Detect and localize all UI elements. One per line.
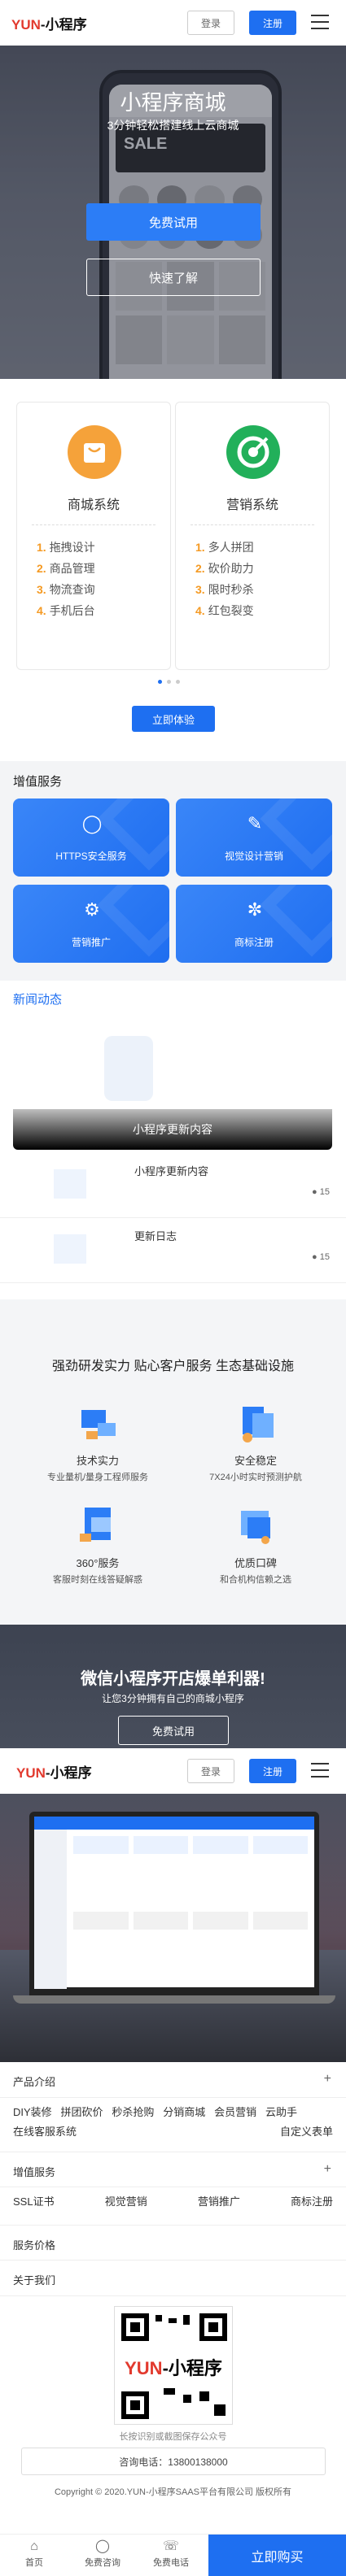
qr-caption: 长按识别或截图保存公众号 (119, 2432, 227, 2442)
menu-icon[interactable] (311, 15, 329, 34)
feature-item: 360°服务 客服时刻在线答疑解惑 (16, 1501, 179, 1586)
list-item: 1. 拖拽设计 (37, 541, 95, 554)
copyright: Copyright © 2020.YUN-小程序SAAS平台有限公司 版权所有 (54, 2487, 292, 2497)
qr-logo: YUN-小程序 (125, 2358, 222, 2378)
list-item: 4. 红包裂变 (195, 604, 254, 617)
plus-icon: + (323, 2072, 331, 2086)
menu-icon[interactable] (311, 1763, 329, 1782)
pen-icon: ✎ (247, 813, 263, 833)
trademark-tile[interactable]: ✼ 商标注册 (176, 885, 332, 963)
footer-product[interactable]: 产品介绍 + (0, 2062, 346, 2098)
carousel-dots[interactable] (158, 680, 180, 684)
plus-icon: + (323, 2162, 331, 2176)
news-item[interactable]: 小程序更新内容 ● 15 (0, 1153, 346, 1218)
hotline-box[interactable]: 咨询电话：13800138000 (21, 2448, 326, 2475)
sticky-header: YUN-小程序 登录 注册 (0, 1748, 346, 1794)
list-item: 2. 商品管理 (37, 562, 95, 575)
list-item: 2. 砍价助力 (195, 562, 254, 575)
feature-item: 优质口碑 和合机构信赖之选 (174, 1501, 337, 1586)
card-title: 商城系统 (67, 498, 120, 512)
mall-system-card[interactable]: 商城系统 1. 拖拽设计 2. 商品管理 3. 物流查询 4. 手机后台 (16, 402, 171, 670)
reputation-icon (231, 1501, 280, 1550)
footer-vas[interactable]: 增值服务 + (0, 2152, 346, 2187)
buy-now-button[interactable]: 立即购买 (208, 2535, 346, 2576)
news-banner[interactable]: 小程序更新内容 (13, 1036, 332, 1150)
shield-icon: ◯ (81, 813, 103, 833)
tech-icon (73, 1399, 122, 1447)
list-item: 4. 手机后台 (37, 604, 95, 617)
login-button[interactable]: 登录 (187, 1759, 234, 1783)
bottom-tab-bar: ⌂ 首页 ◯ 免费咨询 ☏ 免费电话 立即购买 (0, 2534, 346, 2576)
https-service-tile[interactable]: ◯ HTTPS安全服务 (13, 798, 169, 877)
gear-icon: ⚙ (84, 899, 100, 920)
tab-consult[interactable]: ◯ 免费咨询 (78, 2538, 127, 2569)
list-item: 1. 多人拼团 (195, 541, 254, 554)
card-title: 营销系统 (226, 498, 278, 512)
phone-icon: ☏ (162, 2539, 179, 2553)
hero-subtitle: 3分钟轻松搭建线上云商城 (107, 119, 239, 132)
home-icon: ⌂ (30, 2539, 38, 2553)
tab-phone[interactable]: ☏ 免费电话 (147, 2538, 195, 2569)
system-cards: 商城系统 1. 拖拽设计 2. 商品管理 3. 物流查询 4. 手机后台 营销系统 1.… (0, 379, 346, 761)
news-thumbnail-icon (54, 1234, 86, 1264)
news-thumbnail-icon (54, 1169, 86, 1199)
shopping-bag-icon (68, 425, 121, 479)
ring-icon: ✼ (247, 899, 263, 920)
footer: 产品介绍 + DIY装修 拼团砍价 秒杀抢购 分销商城 会员营销 云助手 在线客服… (0, 2062, 346, 2534)
register-button[interactable]: 注册 (249, 1759, 296, 1783)
news-item[interactable]: 更新日志 ● 15 (0, 1218, 346, 1283)
promo-section: 微信小程序开店爆单利器! 让您3分钟拥有自己的商城小程序 免费试用 (0, 1625, 346, 2062)
promo-title: 微信小程序开店爆单利器! (81, 1670, 265, 1688)
target-icon (226, 425, 280, 479)
register-button[interactable]: 注册 (249, 11, 296, 35)
hero-banner: SALE 小程序商城 3分钟轻松搭建线上云商城 免费试用 快速了解 (0, 46, 346, 379)
visual-design-tile[interactable]: ✎ 视觉设计营销 (176, 798, 332, 877)
marketing-system-card[interactable]: 营销系统 1. 多人拼团 2. 砍价助力 3. 限时秒杀 4. 红包裂变 (175, 402, 330, 670)
top-header: YUN-小程序 登录 注册 (0, 0, 346, 46)
security-icon (231, 1399, 280, 1447)
promo-trial-button[interactable]: 免费试用 (118, 1716, 229, 1745)
value-added-services: 增值服务 ◯ HTTPS安全服务 ✎ 视觉设计营销 ⚙ 营销推广 ✼ 商标注册 (0, 761, 346, 981)
section-title: 新闻动态 (13, 993, 63, 1007)
laptop-mockup (29, 1812, 319, 1999)
news-logo-icon (104, 1036, 153, 1101)
chat-icon: ◯ (95, 2539, 110, 2553)
footer-about[interactable]: 关于我们 (0, 2261, 346, 2296)
feature-item: 技术实力 专业量机/量身工程师服务 (16, 1399, 179, 1483)
marketing-promo-tile[interactable]: ⚙ 营销推广 (13, 885, 169, 963)
service-icon (73, 1501, 122, 1550)
features-title: 强劲研发实力 贴心客户服务 生态基础设施 (52, 1360, 294, 1373)
section-title: 增值服务 (13, 775, 63, 789)
experience-now-button[interactable]: 立即体验 (132, 706, 215, 732)
product-tags: DIY装修 拼团砍价 秒杀抢购 分销商城 会员营销 云助手 在线客服系统 自定义表… (13, 2106, 333, 2138)
list-item: 3. 物流查询 (37, 583, 95, 596)
qr-code: YUN-小程序 (114, 2306, 233, 2425)
free-trial-button[interactable]: 免费试用 (86, 203, 261, 241)
promo-subtitle: 让您3分钟拥有自己的商城小程序 (102, 1693, 244, 1704)
login-button[interactable]: 登录 (187, 11, 234, 35)
vas-tags: SSL证书 视觉营销 营销推广 商标注册 (13, 2195, 333, 2208)
logo[interactable]: YUN-小程序 (11, 13, 87, 33)
news-section: 新闻动态 小程序更新内容 小程序更新内容 ● 15 更新日志 ● 15 (0, 981, 346, 1299)
logo[interactable]: YUN-小程序 (16, 1761, 92, 1782)
list-item: 3. 限时秒杀 (195, 583, 254, 596)
features-section: 强劲研发实力 贴心客户服务 生态基础设施 技术实力 专业量机/量身工程师服务 安全… (0, 1299, 346, 1625)
feature-item: 安全稳定 7X24小时实时预测护航 (174, 1399, 337, 1483)
tab-home[interactable]: ⌂ 首页 (10, 2538, 59, 2569)
learn-more-button[interactable]: 快速了解 (86, 259, 261, 296)
hero-title: 小程序商城 (120, 90, 226, 115)
footer-pricing[interactable]: 服务价格 (0, 2225, 346, 2261)
